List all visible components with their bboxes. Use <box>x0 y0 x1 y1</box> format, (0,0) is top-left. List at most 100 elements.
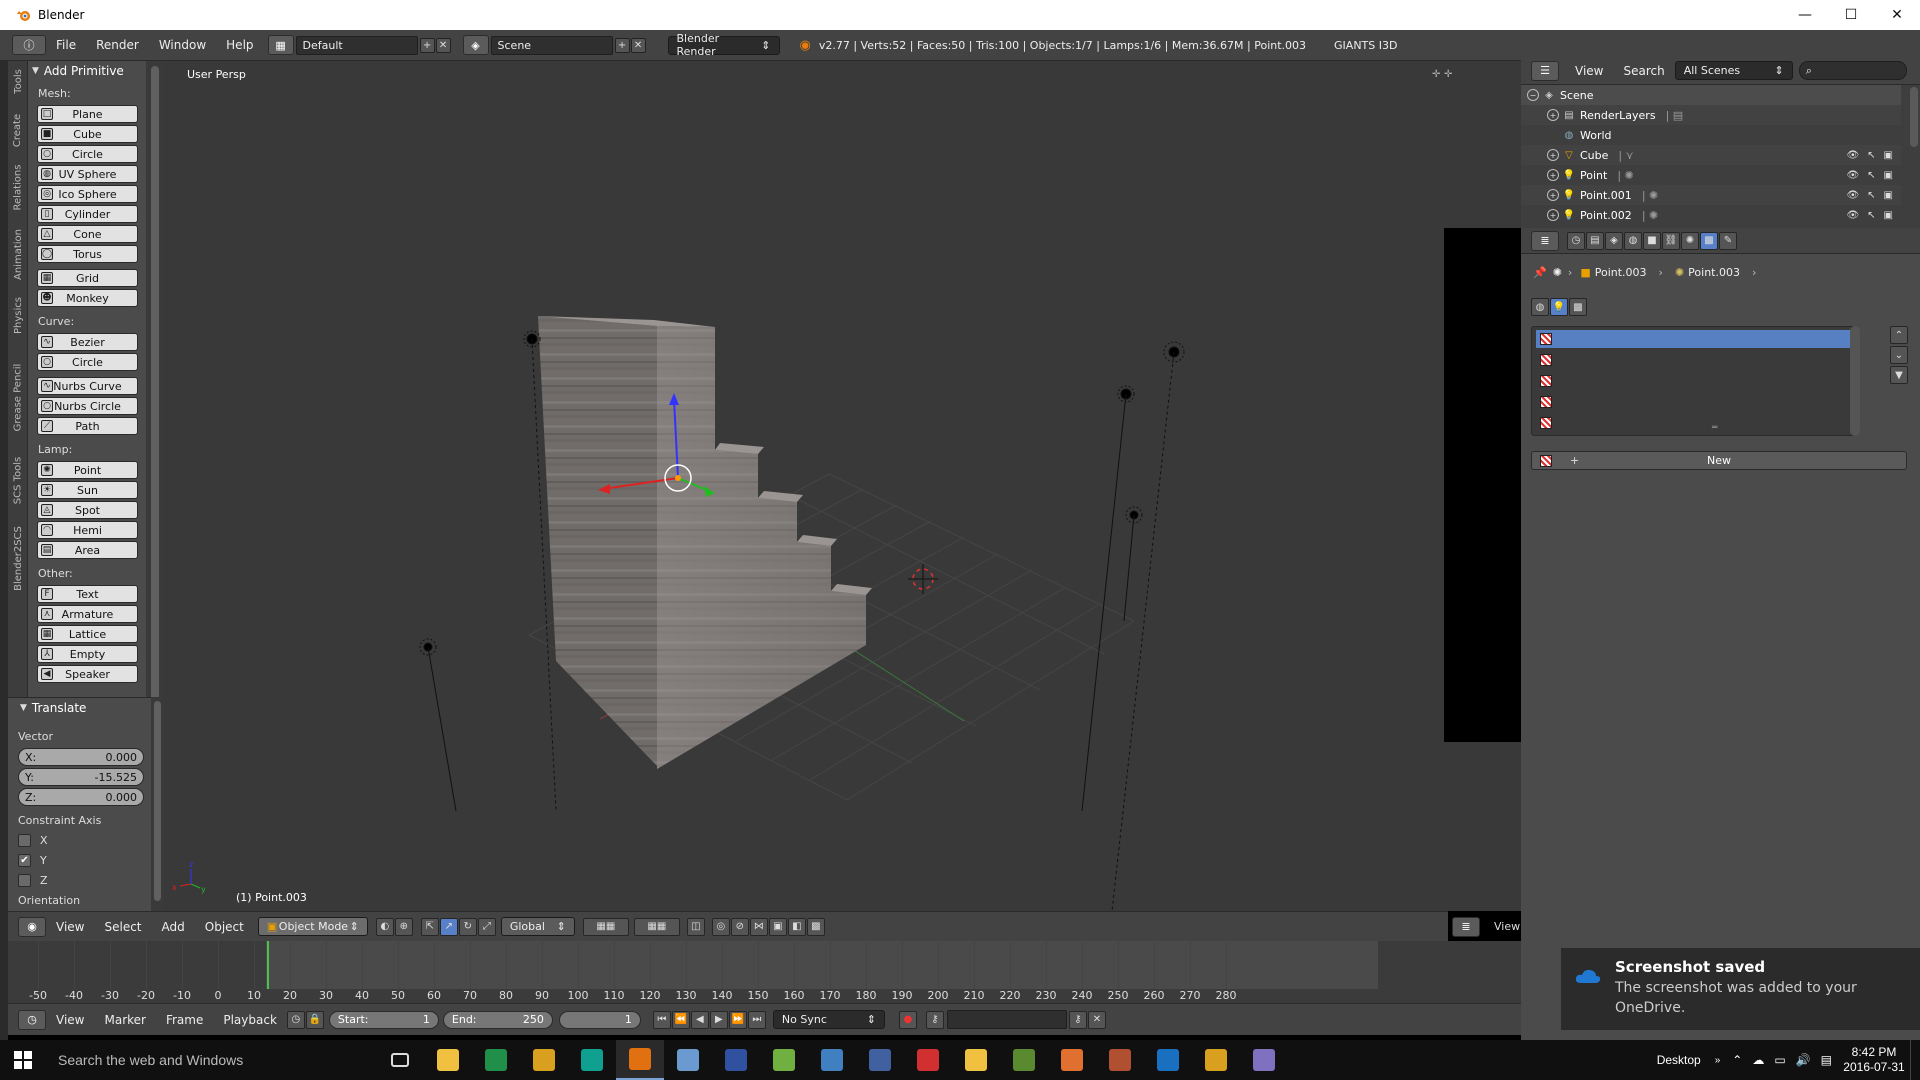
desktop-toolbar[interactable]: Desktop <box>1657 1053 1701 1067</box>
taskbar-app-icon[interactable] <box>712 1040 760 1080</box>
editor-type-properties-icon[interactable]: ≣ <box>1452 916 1480 937</box>
action-center-icon[interactable]: ▤ <box>1821 1053 1832 1067</box>
taskbar-app-icon[interactable] <box>1240 1040 1288 1080</box>
outliner-row-point-001[interactable]: + 💡 Point.001 | ✺ 👁 ↖ ▣ <box>1521 185 1901 205</box>
tool-tab-icon[interactable]: ✎ <box>1719 231 1737 250</box>
tab-scs-tools[interactable]: SCS Tools <box>8 447 28 513</box>
remove-screen-icon[interactable]: ✕ <box>435 37 451 53</box>
translate-header[interactable]: ▼ Translate <box>8 698 164 718</box>
add-circle-button[interactable]: ○ Circle <box>37 145 138 163</box>
tab-create[interactable]: Create <box>8 105 28 155</box>
render-layers-tab-icon[interactable]: ▤ <box>1586 231 1604 250</box>
menu-render[interactable]: Render <box>86 38 149 52</box>
transform-orientation-dropdown[interactable]: Global ⇕ <box>500 917 575 936</box>
editor-type-info-icon[interactable]: ⓘ <box>12 35 46 55</box>
add-lattice-button[interactable]: ▦ Lattice <box>37 625 138 643</box>
play-reverse-icon[interactable]: ◀ <box>690 1010 709 1029</box>
outliner-row-renderlayers[interactable]: + ▤ RenderLayers | ▤ <box>1521 105 1901 125</box>
scale-manipulator-icon[interactable]: ⤢ <box>477 917 496 936</box>
taskbar-app-icon[interactable] <box>1144 1040 1192 1080</box>
tab-animation[interactable]: Animation <box>8 221 28 287</box>
add-cone-button[interactable]: △ Cone <box>37 225 138 243</box>
texture-slot[interactable] <box>1536 330 1851 348</box>
editor-type-properties-icon[interactable]: ≣ <box>1531 230 1559 251</box>
scrollbar-thumb[interactable] <box>154 701 161 901</box>
add-cylinder-button[interactable]: ▯ Cylinder <box>37 205 138 223</box>
menu-marker[interactable]: Marker <box>94 1013 155 1027</box>
taskbar-app-icon[interactable] <box>856 1040 904 1080</box>
tab-blender2scs[interactable]: Blender2SCS <box>8 515 28 601</box>
record-icon[interactable]: ● <box>898 1010 917 1029</box>
texture-tab-icon[interactable]: ▩ <box>1700 231 1718 250</box>
add-nurbs-circle-button[interactable]: ○ Nurbs Circle <box>37 397 138 415</box>
insert-keyframe-icon[interactable]: ⚷ <box>1068 1010 1087 1029</box>
menu-playback[interactable]: Playback <box>213 1013 287 1027</box>
lock-layers-icon[interactable]: ◫ <box>686 917 705 936</box>
toolbar-expand-icon[interactable]: » <box>1715 1055 1721 1066</box>
menu-object[interactable]: Object <box>195 920 254 934</box>
jump-start-icon[interactable]: ⏮ <box>652 1010 671 1029</box>
area-split-icon[interactable]: ✛ <box>1432 69 1440 80</box>
layers-grid-1-icon[interactable]: ▦▦ <box>582 917 629 936</box>
taskbar-app-icon[interactable] <box>1000 1040 1048 1080</box>
taskbar-app-icon[interactable] <box>568 1040 616 1080</box>
start-button[interactable] <box>0 1040 46 1080</box>
add-armature-button[interactable]: ⋏ Armature <box>37 605 138 623</box>
viewport-shading-icon[interactable]: ◐ <box>375 917 394 936</box>
add-cube-button[interactable]: ■ Cube <box>37 125 138 143</box>
rotate-manipulator-icon[interactable]: ↻ <box>458 917 477 936</box>
constraints-tab-icon[interactable]: ⛓ <box>1662 231 1680 250</box>
viewport-scene[interactable]: x y z <box>164 61 1444 911</box>
jump-end-icon[interactable]: ⏭ <box>747 1010 766 1029</box>
menu-view[interactable]: View <box>46 1013 94 1027</box>
add-ico-sphere-button[interactable]: ◎ Ico Sphere <box>37 185 138 203</box>
keying-set-field[interactable] <box>946 1010 1067 1029</box>
add-area-lamp-button[interactable]: ▤ Area <box>37 541 138 559</box>
translate-scrollbar[interactable] <box>151 697 164 911</box>
texture-slot[interactable] <box>1536 372 1851 390</box>
texture-slot[interactable] <box>1536 351 1851 369</box>
screen-layout-icon[interactable]: ▦ <box>267 35 294 55</box>
tab-physics[interactable]: Physics <box>8 285 28 345</box>
onedrive-notification[interactable]: Screenshot saved The screenshot was adde… <box>1561 948 1920 1030</box>
tab-relations[interactable]: Relations <box>8 157 28 217</box>
pivot-point-icon[interactable]: ⊕ <box>394 917 413 936</box>
proportional-edit-icon[interactable]: ◎ <box>711 917 730 936</box>
end-frame-field[interactable]: End: 250 <box>442 1010 553 1029</box>
taskbar-search-box[interactable]: Search the web and Windows <box>46 1040 376 1080</box>
add-uv-sphere-button[interactable]: ◍ UV Sphere <box>37 165 138 183</box>
outliner-scrollbar[interactable] <box>1910 87 1918 147</box>
next-keyframe-icon[interactable]: ⏩ <box>728 1010 747 1029</box>
add-plane-button[interactable]: □ Plane <box>37 105 138 123</box>
taskbar-app-icon[interactable] <box>808 1040 856 1080</box>
close-button[interactable]: ✕ <box>1874 0 1920 30</box>
volume-icon[interactable]: 🔊 <box>1796 1053 1811 1067</box>
mode-dropdown[interactable]: ▣ Object Mode ⇕ <box>257 917 368 936</box>
move-slot-up-icon[interactable]: ⌃ <box>1890 326 1908 344</box>
taskbar-app-icon[interactable] <box>1048 1040 1096 1080</box>
tab-grease-pencil[interactable]: Grease Pencil <box>8 349 28 445</box>
add-scene-icon[interactable]: + <box>614 37 630 53</box>
add-speaker-button[interactable]: ◀ Speaker <box>37 665 138 683</box>
add-path-button[interactable]: ⟋ Path <box>37 417 138 435</box>
data-tab-icon[interactable]: ✺ <box>1681 231 1699 250</box>
taskbar-app-icon[interactable] <box>424 1040 472 1080</box>
sync-mode-dropdown[interactable]: No Sync ⇕ <box>772 1010 885 1029</box>
layers-grid-2-icon[interactable]: ▦▦ <box>633 917 680 936</box>
task-view-icon[interactable] <box>376 1040 424 1080</box>
add-point-lamp-button[interactable]: ✺ Point <box>37 461 138 479</box>
outliner-row-scene[interactable]: − ◈ Scene <box>1521 85 1901 105</box>
current-frame-field[interactable]: 1 <box>558 1010 641 1029</box>
add-torus-button[interactable]: ◯ Torus <box>37 245 138 263</box>
screen-layout-field[interactable]: Default <box>295 35 418 55</box>
timeline[interactable]: -50 -40 -30 -20 -10 0 10 20 30 40 50 60 70 80 90 100 110… <box>8 941 1521 1003</box>
add-primitive-header[interactable]: ▼ Add Primitive <box>28 61 146 81</box>
start-frame-field[interactable]: Start: 1 <box>328 1010 439 1029</box>
menu-frame[interactable]: Frame <box>156 1013 213 1027</box>
keying-set-icon[interactable]: ⚷ <box>925 1010 944 1029</box>
area-split-icon[interactable]: ✛ <box>1444 69 1452 80</box>
add-bezier-button[interactable]: ∿ Bezier <box>37 333 138 351</box>
current-frame-marker[interactable] <box>267 941 269 989</box>
right-view-menu[interactable]: View <box>1494 920 1520 933</box>
snap-toggle-icon[interactable]: ⊘ <box>730 917 749 936</box>
